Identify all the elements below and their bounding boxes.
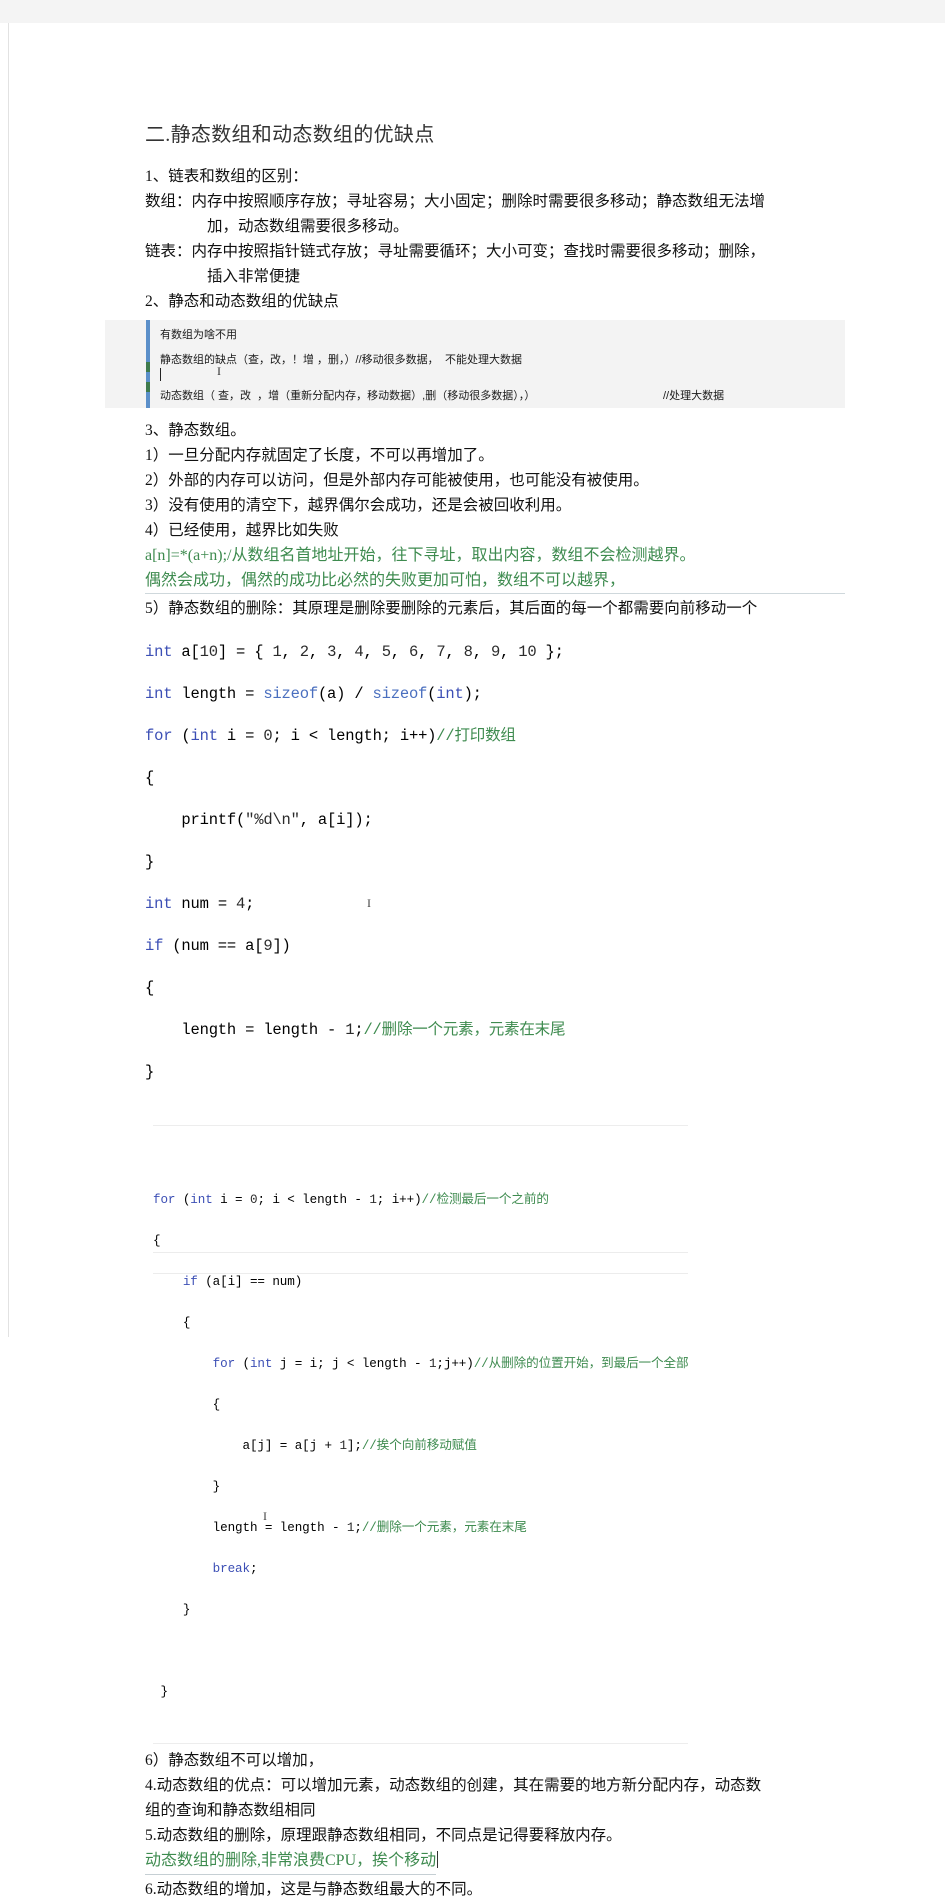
code-line: { (153, 1397, 221, 1412)
code-line: printf("%d\n", a[i]); (145, 811, 373, 829)
section3-item-1: 1）一旦分配内存就固定了长度，不可以再增加了。 (145, 447, 494, 464)
code-line: length = length - 1;//删除一个元素，元素在末尾 I (153, 1509, 688, 1539)
editor-text-cursor (160, 368, 161, 381)
code-line: length = length - 1;//删除一个元素，元素在末尾 (145, 1021, 566, 1039)
code-line: int a[10] = { 1, 2, 3, 4, 5, 6, 7, 8, 9,… (145, 643, 564, 661)
section3-item-3: 3）没有使用的清空下，越界偶尔会成功，还是会被回收利用。 (145, 497, 572, 514)
editor-line-3: 动态数组（ 查，改 ，增（重新分配内存，移动数据）,删（移动很多数据），） (160, 390, 536, 402)
editor-line-1: 有数组为啥不用 (160, 329, 237, 341)
green-note-line-2: 偶然会成功，偶然的成功比必然的失败更加可怕，数组不可以越界， (145, 572, 626, 589)
section6-line-1: 6.动态数组的增加，这是与静态数组最大的不同。 (145, 1881, 483, 1898)
code-line: { (145, 769, 155, 787)
code-line: if (a[i] == num) (182, 1274, 303, 1289)
section3-item-6: 6）静态数组不可以增加， (145, 1752, 324, 1769)
ibeam-pointer-icon: I (367, 896, 371, 910)
code-line: { (145, 979, 155, 997)
section4-line-1: 4.动态数组的优点：可以增加元素，动态数组的创建，其在需要的地方新分配内存，动态… (145, 1777, 762, 1794)
code-line: } (153, 1602, 191, 1617)
code-line: a[j] = a[j + 1];//挨个向前移动赋值 (153, 1438, 477, 1453)
code-line: { (153, 1315, 191, 1330)
section1-list-line1: 链表：内存中按照指针链式存放；寻址需要循环；大小可变；查找时需要很多移动；删除， (145, 243, 766, 260)
top-gray-band (0, 0, 945, 23)
section1-list-line2: 插入非常便捷 (207, 268, 301, 285)
section3-item-2: 2）外部的内存可以访问，但是外部内存可能被使用，也可能没有被使用。 (145, 472, 649, 489)
code-block-inner-loop: for (int i = 0; i < length - 1; i++)//检测… (153, 1125, 688, 1744)
section4-line-2: 组的查询和静态数组相同 (145, 1802, 316, 1819)
section5-line-1: 5.动态数组的删除，原理跟静态数组相同，不同点是记得要释放内存。 (145, 1827, 622, 1844)
code-line: int length = sizeof(a) / sizeof(int); (145, 685, 482, 703)
section1-array-line2: 加，动态数组需要很多移动。 (207, 218, 409, 235)
ibeam-pointer-icon: I (217, 364, 221, 378)
code-line: } (145, 1063, 155, 1081)
section1-title: 1、链表和数组的区别： (145, 168, 308, 185)
editor-line-2: 静态数组的缺点（查，改，！增 ，删，）//移动很多数据， (160, 354, 439, 366)
document-body: 二.静态数组和动态数组的优缺点 1、链表和数组的区别： 数组：内存中按照顺序存放… (105, 122, 845, 1902)
page-title: 二.静态数组和动态数组的优缺点 (145, 124, 435, 146)
section3-item-5: 5）静态数组的删除：其原理是删除要删除的元素后，其后面的每一个都需要向前移动一个 (145, 600, 758, 617)
code-line: } (145, 853, 155, 871)
section3-item-4: 4）已经使用，越界比如失败 (145, 522, 339, 539)
code-line: for (int i = 0; i < length; i++)//打印数组 (145, 727, 516, 745)
code-line: { (153, 1233, 161, 1248)
section5-green-note: 动态数组的删除,非常浪费CPU，挨个移动 (145, 1848, 437, 1875)
section5-green-note-wrap: 动态数组的删除,非常浪费CPU，挨个移动 (145, 1848, 845, 1875)
editor-line-2-tail: 不能处理大数据 (445, 354, 522, 366)
section3-title: 3、静态数组。 (145, 422, 246, 439)
embedded-editor-screenshot: 有数组为啥不用 静态数组的缺点（查，改，！增 ，删，）//移动很多数据， 不能处… (105, 320, 845, 408)
code-line: for (int j = i; j < length - 1;j++)//从删除… (212, 1356, 688, 1371)
editor-line-3-tail: //处理大数据 (663, 390, 725, 402)
code-line: int num = 4; I (145, 895, 371, 913)
text-caret (437, 1851, 439, 1868)
code-line: for (int i = 0; i < length - 1; i++)//检测… (153, 1192, 549, 1207)
code-line: if (num == a[9]) (145, 937, 291, 955)
code-line: } (153, 1479, 221, 1494)
code-block-static-array-delete: int a[10] = { 1, 2, 3, 4, 5, 6, 7, 8, 9,… (145, 621, 845, 1125)
ibeam-pointer-icon: I (263, 1508, 267, 1523)
green-note-block: a[n]=*(a+n);/从数组名首地址开始，往下寻址，取出内容，数组不会检测越… (145, 543, 845, 594)
section2-title: 2、静态和动态数组的优缺点 (145, 293, 339, 310)
green-note-line-1: a[n]=*(a+n);/从数组名首地址开始，往下寻址，取出内容，数组不会检测越… (145, 547, 696, 564)
code-line: break; (212, 1561, 258, 1576)
section1-array-line1: 数组：内存中按照顺序存放；寻址容易；大小固定；删除时需要很多移动；静态数组无法增 (145, 193, 766, 210)
editor-change-marker (146, 320, 150, 408)
code-line: } (153, 1684, 168, 1699)
